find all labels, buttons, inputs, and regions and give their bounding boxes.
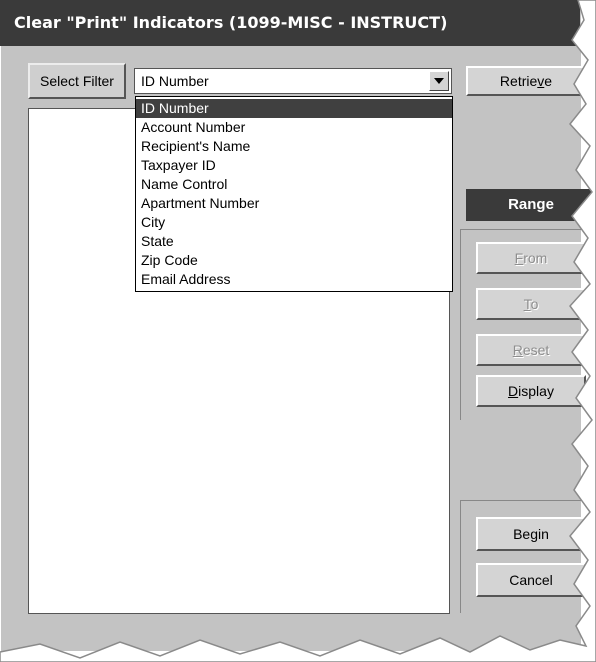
clear-print-indicators-dialog: Clear "Print" Indicators (1099-MISC - IN… bbox=[0, 0, 596, 662]
dropdown-option-apartment-number[interactable]: Apartment Number bbox=[136, 194, 452, 213]
select-filter-button[interactable]: Select Filter bbox=[28, 63, 126, 99]
filter-field-combobox[interactable]: ID Number bbox=[134, 68, 452, 94]
filter-dropdown-list[interactable]: ID Number Account Number Recipient's Nam… bbox=[135, 96, 453, 292]
title-bar[interactable]: Clear "Print" Indicators (1099-MISC - IN… bbox=[0, 0, 580, 46]
window-title: Clear "Print" Indicators (1099-MISC - IN… bbox=[14, 13, 448, 32]
filter-field-value: ID Number bbox=[141, 73, 209, 89]
begin-button[interactable]: Begin bbox=[476, 517, 586, 551]
reset-label: Reset bbox=[512, 342, 550, 358]
dropdown-option-email-address[interactable]: Email Address bbox=[136, 270, 452, 289]
dropdown-option-zip-code[interactable]: Zip Code bbox=[136, 251, 452, 270]
display-button[interactable]: Display bbox=[476, 375, 586, 407]
chevron-down-icon bbox=[434, 78, 444, 84]
dropdown-option-taxpayer-id[interactable]: Taxpayer ID bbox=[136, 156, 452, 175]
range-header-label: Range bbox=[508, 196, 554, 213]
range-header: Range bbox=[466, 189, 596, 221]
cancel-button[interactable]: Cancel bbox=[476, 563, 586, 597]
dropdown-option-name-control[interactable]: Name Control bbox=[136, 175, 452, 194]
display-label: Display bbox=[508, 383, 554, 399]
from-button[interactable]: From bbox=[476, 242, 586, 274]
dropdown-option-recipients-name[interactable]: Recipient's Name bbox=[136, 137, 452, 156]
dropdown-option-city[interactable]: City bbox=[136, 213, 452, 232]
retrieve-button[interactable]: Retrieve bbox=[466, 66, 586, 96]
dropdown-option-id-number[interactable]: ID Number bbox=[136, 99, 452, 118]
begin-label: Begin bbox=[513, 526, 549, 542]
dropdown-arrow-button[interactable] bbox=[429, 71, 449, 91]
dropdown-option-state[interactable]: State bbox=[136, 232, 452, 251]
cancel-label: Cancel bbox=[509, 572, 553, 588]
to-label: To bbox=[523, 296, 539, 312]
to-button[interactable]: To bbox=[476, 288, 586, 320]
select-filter-label: Select Filter bbox=[40, 73, 114, 89]
retrieve-label: Retrieve bbox=[499, 73, 553, 89]
reset-button[interactable]: Reset bbox=[476, 334, 586, 366]
dropdown-option-account-number[interactable]: Account Number bbox=[136, 118, 452, 137]
from-label: From bbox=[514, 250, 548, 266]
